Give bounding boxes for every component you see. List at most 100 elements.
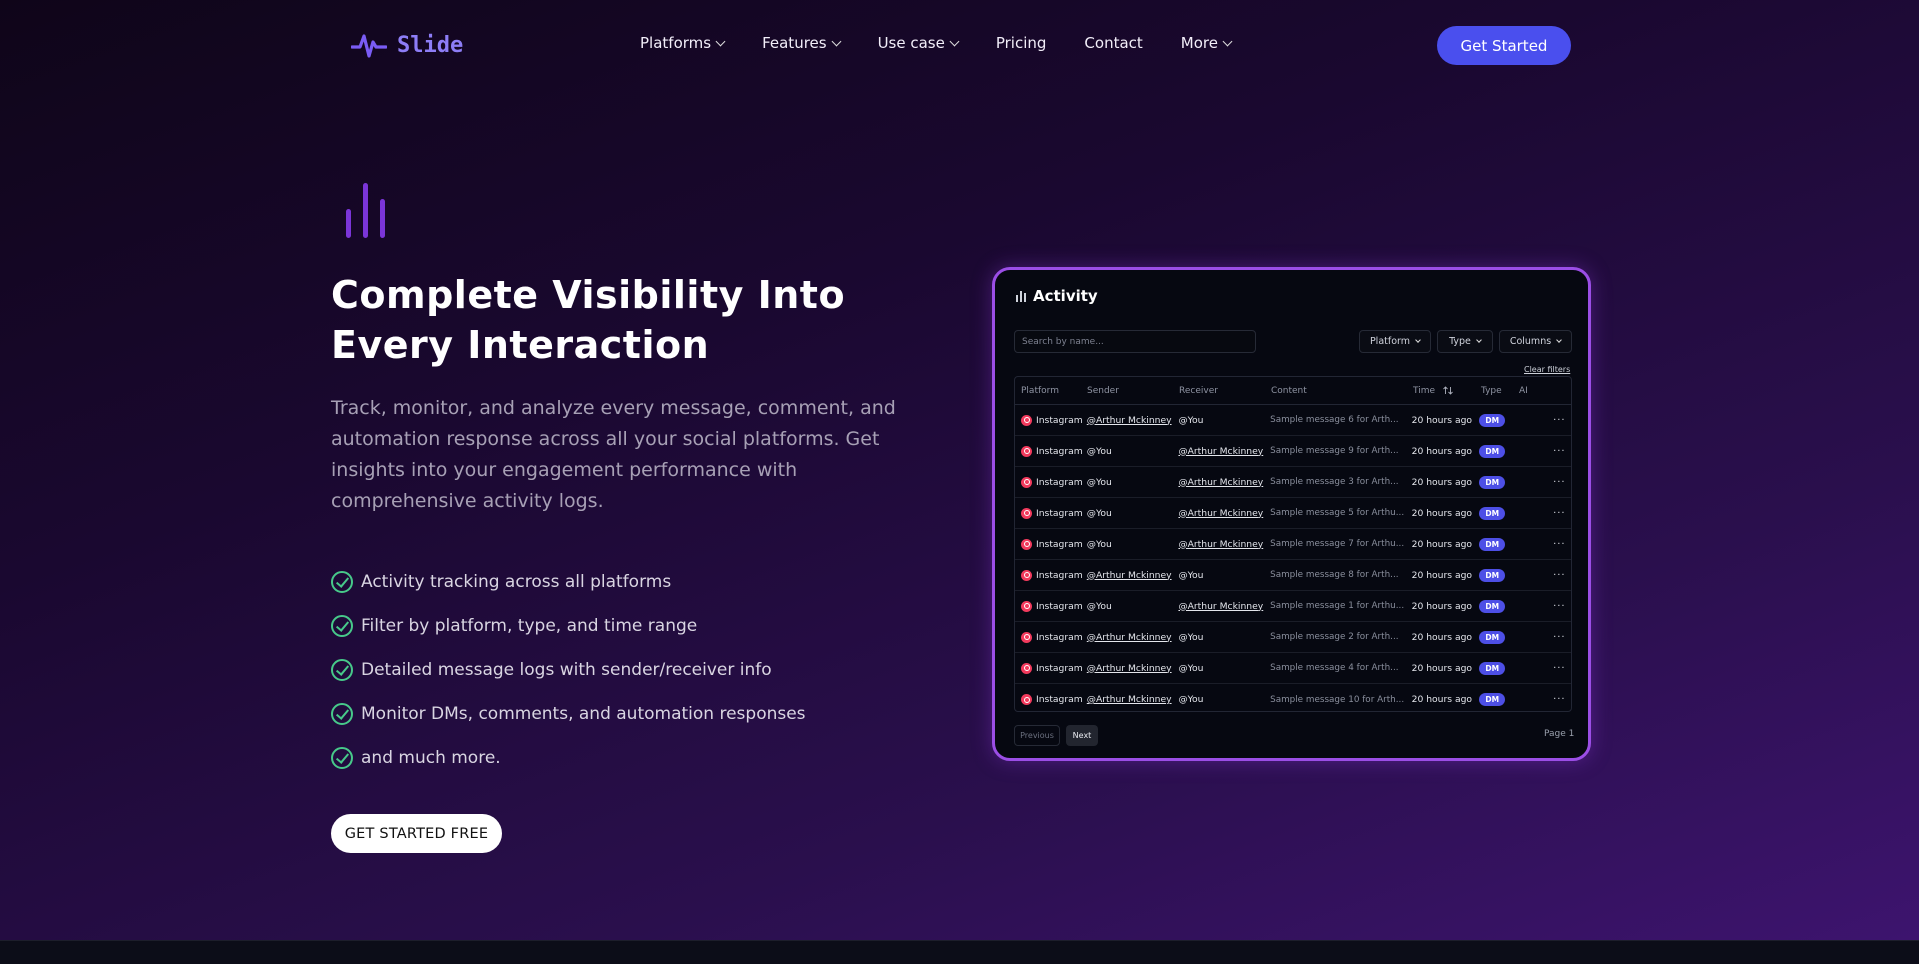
chevron-down-icon bbox=[1556, 337, 1563, 343]
nav-link-use-case[interactable]: Use case bbox=[878, 34, 960, 52]
footer-strip bbox=[0, 940, 1919, 964]
platform-label: Instagram bbox=[1036, 507, 1083, 519]
more-dots-icon[interactable]: ··· bbox=[1553, 539, 1571, 550]
instagram-icon bbox=[1021, 507, 1032, 519]
sender-link[interactable]: @Arthur Mckinney bbox=[1087, 663, 1172, 674]
cell-time: 20 hours ago bbox=[1411, 414, 1473, 426]
table-row[interactable]: Instagram @Arthur Mckinney @You Sample mess… bbox=[1015, 653, 1571, 684]
sender-link[interactable]: @Arthur Mckinney bbox=[1087, 632, 1172, 643]
check-circle-icon bbox=[331, 659, 353, 681]
columns-filter[interactable]: Columns bbox=[1499, 330, 1572, 353]
receiver-link[interactable]: @Arthur Mckinney bbox=[1178, 539, 1263, 550]
nav-link-label: Platforms bbox=[640, 34, 712, 52]
cell-platform: Instagram bbox=[1015, 631, 1087, 643]
feature-item: Detailed message logs with sender/receiv… bbox=[331, 648, 806, 692]
table-header: Platform Sender Receiver Content Time Ty… bbox=[1015, 377, 1571, 405]
cell-type: DM bbox=[1479, 630, 1517, 644]
get-started-free-button[interactable]: GET STARTED FREE bbox=[331, 814, 502, 853]
more-dots-icon[interactable]: ··· bbox=[1553, 477, 1571, 488]
logo[interactable]: Slide bbox=[351, 30, 463, 60]
cell-receiver: @You bbox=[1178, 663, 1270, 674]
bar-chart-icon bbox=[346, 183, 385, 238]
platform-label: Instagram bbox=[1036, 631, 1083, 643]
cell-type: DM bbox=[1479, 537, 1517, 551]
platform-label: Instagram bbox=[1036, 694, 1083, 705]
more-dots-icon[interactable]: ··· bbox=[1553, 601, 1571, 612]
next-button[interactable]: Next bbox=[1066, 725, 1098, 746]
receiver-link[interactable]: @Arthur Mckinney bbox=[1178, 508, 1263, 519]
table-row[interactable]: Instagram @You @Arthur Mckinney Sample mess… bbox=[1015, 498, 1571, 529]
page-indicator: Page 1 bbox=[1544, 729, 1575, 739]
cell-sender: @Arthur Mckinney bbox=[1087, 570, 1179, 581]
cell-type: DM bbox=[1479, 413, 1517, 427]
table-row[interactable]: Instagram @Arthur Mckinney @You Sample mess… bbox=[1015, 684, 1571, 711]
platform-filter[interactable]: Platform bbox=[1359, 330, 1431, 353]
nav-link-pricing[interactable]: Pricing bbox=[996, 34, 1047, 52]
cell-type: DM bbox=[1479, 475, 1517, 489]
sender-link[interactable]: @Arthur Mckinney bbox=[1087, 694, 1172, 705]
feature-text: Filter by platform, type, and time range bbox=[361, 616, 698, 636]
more-dots-icon[interactable]: ··· bbox=[1553, 570, 1571, 581]
more-dots-icon[interactable]: ··· bbox=[1553, 415, 1571, 426]
more-dots-icon[interactable]: ··· bbox=[1553, 663, 1571, 674]
receiver-link[interactable]: @Arthur Mckinney bbox=[1178, 477, 1263, 488]
instagram-icon bbox=[1021, 694, 1032, 705]
nav-link-more[interactable]: More bbox=[1181, 34, 1233, 52]
cell-content: Sample message 1 for Arthu... bbox=[1270, 601, 1405, 611]
more-dots-icon[interactable]: ··· bbox=[1553, 446, 1571, 457]
cell-content: Sample message 3 for Arth... bbox=[1270, 477, 1399, 487]
cell-receiver: @You bbox=[1178, 694, 1270, 705]
table-row[interactable]: Instagram @You @Arthur Mckinney Sample mess… bbox=[1015, 529, 1571, 560]
previous-button[interactable]: Previous bbox=[1014, 725, 1060, 746]
col-time[interactable]: Time bbox=[1413, 386, 1481, 396]
instagram-icon bbox=[1021, 538, 1032, 550]
nav-links: Platforms Features Use case Pricing Contact M… bbox=[640, 34, 1269, 52]
more-dots-icon[interactable]: ··· bbox=[1553, 694, 1571, 705]
chevron-down-icon bbox=[1222, 36, 1233, 46]
instagram-icon bbox=[1021, 476, 1032, 488]
receiver-link: @You bbox=[1178, 569, 1204, 581]
more-dots-icon[interactable]: ··· bbox=[1553, 508, 1571, 519]
cell-type: DM bbox=[1479, 661, 1517, 675]
table-row[interactable]: Instagram @Arthur Mckinney @You Sample mess… bbox=[1015, 560, 1571, 591]
sender-link[interactable]: @Arthur Mckinney bbox=[1087, 415, 1172, 426]
col-platform: Platform bbox=[1021, 385, 1059, 396]
cell-time: 20 hours ago bbox=[1411, 445, 1473, 457]
bar-chart-icon bbox=[1016, 291, 1026, 302]
sender-link[interactable]: @Arthur Mckinney bbox=[1087, 570, 1172, 581]
clear-filters-link[interactable]: Clear filters bbox=[1524, 365, 1570, 374]
type-filter[interactable]: Type bbox=[1437, 330, 1493, 353]
table-body: Instagram @Arthur Mckinney @You Sample mess… bbox=[1015, 405, 1571, 711]
cell-time: 20 hours ago bbox=[1411, 631, 1473, 643]
pulse-wave-icon bbox=[351, 34, 387, 58]
chevron-down-icon bbox=[715, 36, 726, 46]
type-filter-label: Type bbox=[1449, 336, 1471, 347]
cell-time: 20 hours ago bbox=[1411, 600, 1473, 612]
search-input[interactable]: Search by name... bbox=[1014, 330, 1256, 353]
platform-label: Instagram bbox=[1036, 662, 1083, 674]
receiver-link: @You bbox=[1178, 694, 1204, 705]
receiver-link[interactable]: @Arthur Mckinney bbox=[1178, 446, 1263, 457]
table-row[interactable]: Instagram @You @Arthur Mckinney Sample mess… bbox=[1015, 467, 1571, 498]
type-badge: DM bbox=[1479, 630, 1506, 644]
platform-label: Instagram bbox=[1036, 600, 1083, 612]
sender-link: @You bbox=[1086, 600, 1112, 612]
table-row[interactable]: Instagram @Arthur Mckinney @You Sample mess… bbox=[1015, 622, 1571, 653]
receiver-link[interactable]: @Arthur Mckinney bbox=[1178, 601, 1263, 612]
sender-link: @You bbox=[1086, 445, 1112, 457]
table-row[interactable]: Instagram @You @Arthur Mckinney Sample mess… bbox=[1015, 591, 1571, 622]
nav-link-contact[interactable]: Contact bbox=[1084, 34, 1142, 52]
table-row[interactable]: Instagram @You @Arthur Mckinney Sample mess… bbox=[1015, 436, 1571, 467]
cell-sender: @Arthur Mckinney bbox=[1087, 663, 1179, 674]
more-dots-icon[interactable]: ··· bbox=[1553, 632, 1571, 643]
cell-type: DM bbox=[1479, 444, 1517, 458]
cell-receiver: @You bbox=[1178, 570, 1270, 581]
cell-sender: @Arthur Mckinney bbox=[1087, 632, 1179, 643]
sender-link: @You bbox=[1086, 476, 1112, 488]
nav-link-platforms[interactable]: Platforms bbox=[640, 34, 726, 52]
check-circle-icon bbox=[331, 615, 353, 637]
nav-link-features[interactable]: Features bbox=[762, 34, 842, 52]
table-row[interactable]: Instagram @Arthur Mckinney @You Sample mess… bbox=[1015, 405, 1571, 436]
get-started-button[interactable]: Get Started bbox=[1437, 26, 1571, 65]
cell-platform: Instagram bbox=[1015, 445, 1087, 457]
